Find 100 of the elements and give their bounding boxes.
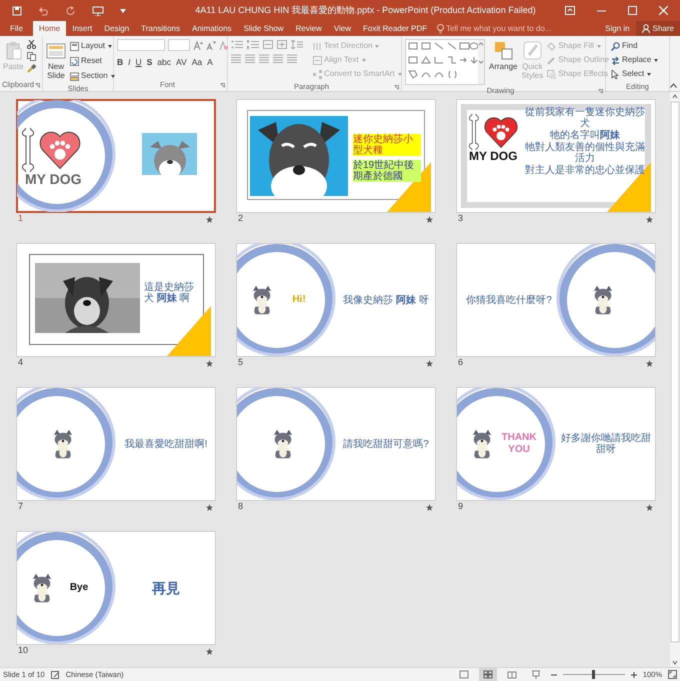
slide-text: 這是史納莎犬 阿妹 啊 — [144, 282, 195, 304]
align-text-icon — [313, 56, 322, 64]
slide-thumbnail[interactable]: Bye 再見 — [17, 532, 215, 644]
smartart-icon — [313, 70, 322, 78]
ribbon-button[interactable]: New Slide — [46, 39, 66, 80]
text-direction-icon — [313, 42, 322, 50]
tell-me-field[interactable]: Tell me what you want to do... — [446, 22, 568, 34]
dog-drawing — [148, 139, 192, 175]
font-size-field[interactable] — [168, 39, 190, 51]
ribbon-tab[interactable]: Review — [290, 21, 328, 36]
ribbon-button[interactable]: Layout — [70, 39, 115, 53]
caret-icon[interactable] — [120, 8, 126, 12]
align-right-icon[interactable] — [259, 54, 269, 63]
maximize-icon[interactable] — [628, 6, 637, 15]
line-spacing-icon[interactable] — [291, 40, 303, 49]
ribbon-button[interactable]: Reset — [70, 54, 115, 68]
dialog-launcher-icon[interactable] — [220, 83, 225, 88]
font-button[interactable]: abc — [157, 56, 172, 69]
clear-format-icon[interactable] — [219, 40, 228, 50]
sticker-text: Bye — [68, 582, 90, 594]
dialog-launcher-icon[interactable] — [598, 89, 603, 94]
font-button[interactable]: I — [128, 56, 131, 69]
slide-thumbnail[interactable]: 你猜我喜吃什麼呀? — [457, 244, 655, 356]
collapse-ribbon-icon[interactable] — [670, 83, 677, 88]
slide-thumbnail[interactable]: THANK YOU 好多謝你哋請我吃甜甜呀 — [457, 388, 655, 500]
highlighted-text: 迷你史納莎小型犬種 — [353, 134, 421, 156]
slide-text: 對主人是非常的忠心並保護 — [525, 165, 645, 176]
justify-icon[interactable] — [273, 54, 283, 63]
slide-thumbnail[interactable]: MY DOG — [17, 100, 215, 212]
increase-indent-icon[interactable] — [277, 40, 287, 49]
star-icon — [646, 216, 653, 222]
paint-bucket-icon — [547, 42, 556, 50]
search-icon — [611, 42, 620, 50]
scissors-icon[interactable] — [27, 40, 36, 49]
dialog-launcher-icon[interactable] — [394, 85, 399, 90]
caret-icon — [110, 74, 115, 78]
presentation-icon[interactable] — [92, 6, 104, 16]
slide-text: 牠的名字叫阿妹 — [550, 130, 620, 141]
notes-icon[interactable] — [50, 670, 60, 678]
font-button[interactable]: S — [146, 56, 152, 69]
font-button[interactable]: AV — [176, 56, 187, 69]
zoom-in-icon[interactable] — [630, 672, 637, 678]
copy-icon[interactable] — [27, 52, 36, 61]
grow-font-icon[interactable] — [193, 40, 203, 50]
slide-thumbnail[interactable]: 迷你史納莎小型犬種 於19世紀中後期產於德國 — [237, 100, 435, 212]
zoom-slider[interactable] — [562, 670, 625, 679]
brush-icon[interactable] — [27, 64, 36, 73]
slide-thumbnail[interactable]: 請我吃甜甜可意嗎? — [237, 388, 435, 500]
ribbon-tab[interactable]: Home — [32, 21, 66, 36]
shapes-gallery[interactable] — [405, 39, 485, 85]
slide-thumbnail[interactable]: Hi! 我像史納莎 阿妹 呀 — [237, 244, 435, 356]
bone-icon — [469, 114, 479, 150]
ribbon-button[interactable]: Section — [70, 69, 115, 83]
star-icon — [206, 648, 213, 654]
ribbon-tab[interactable]: View — [328, 21, 358, 36]
numbering-icon[interactable] — [247, 40, 259, 49]
zoom-out-icon[interactable] — [550, 672, 557, 678]
caret-icon — [596, 44, 601, 48]
decrease-indent-icon[interactable] — [263, 40, 273, 49]
redo-icon[interactable] — [66, 6, 76, 16]
ribbon-tab[interactable]: Transitions — [135, 21, 186, 36]
replace-icon — [611, 56, 620, 64]
slider-thumb[interactable] — [592, 670, 596, 679]
ribbon-tab[interactable]: File — [0, 21, 33, 36]
columns-icon[interactable] — [287, 54, 297, 63]
sign-in-link[interactable]: Sign in — [599, 21, 636, 36]
fit-slide-icon[interactable] — [668, 670, 677, 679]
bullets-icon[interactable] — [231, 40, 243, 49]
undo-icon[interactable] — [38, 6, 50, 16]
font-button[interactable]: B — [117, 56, 124, 69]
align-left-icon[interactable] — [231, 54, 241, 63]
effects-icon — [547, 70, 556, 78]
heart-icon — [38, 130, 82, 170]
shrink-font-icon[interactable] — [206, 40, 216, 50]
font-button[interactable]: Aa — [192, 56, 202, 69]
new-slide-icon — [46, 41, 66, 60]
slide-number: 7 — [18, 500, 24, 514]
ribbon-tab[interactable]: Slide Show — [238, 21, 290, 36]
share-button[interactable]: Share — [636, 21, 680, 36]
close-icon[interactable] — [659, 6, 668, 15]
slide-thumbnail[interactable]: 這是史納莎犬 阿妹 啊 — [17, 244, 215, 356]
slide-text: 牠對人類友善的個性與充滿活力 — [525, 142, 645, 164]
font-button[interactable]: U — [136, 56, 142, 69]
ribbon-tab[interactable]: Animations — [186, 21, 238, 36]
ribbon-tab[interactable]: Design — [98, 21, 136, 36]
view-button[interactable] — [478, 668, 497, 681]
slide-thumbnail[interactable]: 我最喜愛吃甜甜啊! — [17, 388, 215, 500]
pen-icon — [547, 56, 556, 64]
ribbon-display-icon[interactable] — [565, 6, 575, 15]
slide-title: 再見 — [152, 580, 180, 596]
ribbon-tab[interactable]: Foxit Reader PDF — [357, 21, 434, 36]
align-center-icon[interactable] — [245, 54, 255, 63]
dialog-launcher-icon[interactable] — [35, 83, 40, 88]
ribbon-tab[interactable]: Insert — [66, 21, 98, 36]
font-name-field[interactable] — [117, 39, 165, 51]
scrollbar[interactable] — [670, 92, 680, 667]
star-icon — [646, 360, 653, 366]
ribbon-button[interactable]: Arrange — [489, 39, 518, 71]
save-icon[interactable] — [12, 6, 22, 16]
font-button[interactable]: A — [207, 56, 213, 69]
